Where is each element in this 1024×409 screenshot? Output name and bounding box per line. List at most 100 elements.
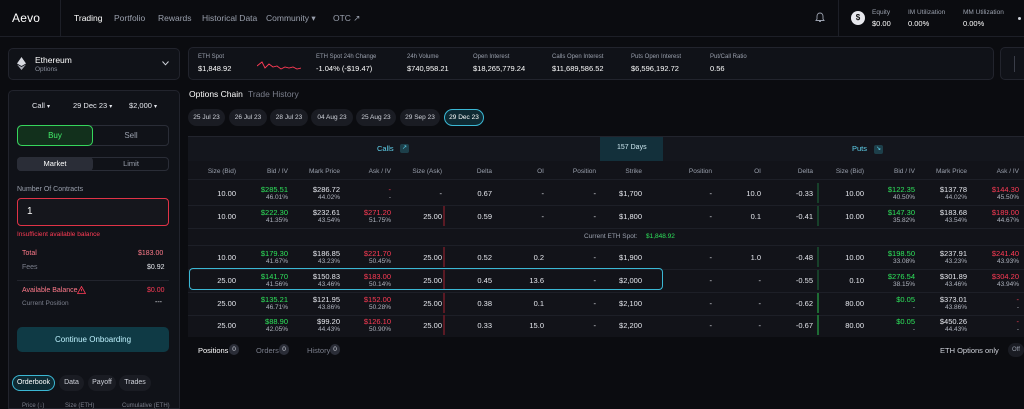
- p-bid-cell[interactable]: $0.05: [896, 317, 915, 326]
- expiry-pill[interactable]: 29 Sep 23: [400, 109, 440, 126]
- bell-icon[interactable]: [815, 12, 825, 23]
- c-mark-cell: $99.20: [317, 317, 340, 326]
- p-ask-cell[interactable]: $189.00: [992, 208, 1019, 217]
- c-pos-cell: -: [593, 299, 597, 308]
- continue-onboarding-button[interactable]: Continue Onboarding: [17, 327, 169, 352]
- account-menu-icon[interactable]: [1018, 17, 1021, 20]
- spot-divider: [188, 245, 1024, 246]
- c-sbid-cell: 25.00: [217, 321, 236, 330]
- p-pos-cell: -: [709, 253, 713, 262]
- calls-expand-icon[interactable]: ↗: [400, 144, 409, 153]
- stats-side-panel: [1000, 47, 1024, 80]
- expiry-select[interactable]: 29 Dec 23 ▾: [73, 101, 112, 110]
- selected-strike-row[interactable]: [189, 268, 663, 290]
- ask-depth-bar: [443, 183, 445, 203]
- p-bid-cell[interactable]: $147.30: [888, 208, 915, 217]
- c-ask-cell[interactable]: $152.00: [364, 295, 391, 304]
- call-delta-header: Delta: [476, 168, 492, 175]
- orderbook-size-header: Size (ETH): [65, 403, 95, 409]
- put-delta-header: Delta: [797, 168, 813, 175]
- p-delta-cell: -0.55: [795, 276, 813, 285]
- call-oi-header: OI: [537, 168, 544, 175]
- c-sbid-cell: 10.00: [217, 253, 236, 262]
- aevo-logo[interactable]: Aevo: [12, 11, 40, 25]
- mm-utilization-label: MM Utilization: [963, 9, 1004, 16]
- nav-portfolio[interactable]: Portfolio: [114, 13, 145, 23]
- p-bid-cell[interactable]: $276.54: [888, 272, 915, 281]
- p-ask-cell[interactable]: -: [1017, 317, 1020, 326]
- tab-orders[interactable]: Orders: [256, 346, 279, 355]
- puts-expand-icon[interactable]: ↘: [874, 145, 883, 154]
- buy-button[interactable]: Buy: [17, 125, 93, 146]
- top-nav: [0, 0, 1024, 37]
- chevron-down-icon[interactable]: [162, 61, 169, 66]
- put-oi-header: OI: [754, 168, 761, 175]
- c-bid-cell[interactable]: $179.30: [261, 249, 288, 258]
- c-bid-cell[interactable]: $285.51: [261, 185, 288, 194]
- strike-select[interactable]: $2,000 ▾: [129, 101, 157, 110]
- tab-data[interactable]: Data: [59, 375, 84, 391]
- nav-otc[interactable]: OTC ↗: [333, 13, 360, 24]
- eth-options-only-toggle[interactable]: Off: [1008, 343, 1024, 357]
- c-ask-cell[interactable]: -: [389, 185, 392, 194]
- calls-label: Calls: [377, 144, 394, 153]
- c-mark-cell: $121.95: [312, 295, 340, 304]
- expiry-pill[interactable]: 26 Jul 23: [229, 109, 267, 126]
- puts-oi-label: Puts Open Interest: [631, 54, 682, 60]
- tab-history[interactable]: History: [307, 346, 330, 355]
- p-bid-cell[interactable]: $198.50: [888, 249, 915, 258]
- option-type-select[interactable]: Call ▾: [32, 101, 50, 110]
- nav-historical-data[interactable]: Historical Data: [202, 13, 257, 23]
- p-oi-cell: -: [758, 276, 762, 285]
- c-bid-cell[interactable]: $135.21: [261, 295, 288, 304]
- expiry-pill[interactable]: 25 Aug 23: [356, 109, 396, 126]
- c-bid-cell[interactable]: $88.90: [265, 317, 288, 326]
- eth-spot-label: ETH Spot: [198, 54, 225, 60]
- expiry-pill[interactable]: 28 Jul 23: [270, 109, 308, 126]
- c-aiv-cell: -: [388, 194, 391, 201]
- c-bid-cell[interactable]: $222.30: [261, 208, 288, 217]
- p-mark-cell: $237.91: [939, 249, 967, 258]
- nav-trading[interactable]: Trading: [74, 13, 103, 23]
- p-aiv-cell: -: [1016, 326, 1019, 333]
- bid-depth-bar: [817, 270, 819, 290]
- c-pos-cell: -: [593, 189, 597, 198]
- tab-payoff[interactable]: Payoff: [88, 375, 116, 391]
- tab-options-chain[interactable]: Options Chain: [189, 89, 243, 99]
- p-bid-cell[interactable]: $122.35: [888, 185, 915, 194]
- market-order-button[interactable]: Market: [17, 157, 93, 171]
- sell-button[interactable]: Sell: [93, 125, 169, 146]
- c-sask-cell: 25.00: [423, 212, 442, 221]
- p-mark-cell: $450.26: [939, 317, 967, 326]
- c-delta-cell: 0.33: [477, 321, 492, 330]
- nav-rewards[interactable]: Rewards: [158, 13, 192, 23]
- p-ask-cell[interactable]: $241.40: [992, 249, 1019, 258]
- nav-community[interactable]: Community ▾: [266, 13, 316, 24]
- eth-spot-value: $1,848.92: [198, 64, 232, 73]
- c-ask-cell[interactable]: $271.20: [364, 208, 391, 217]
- c-ask-cell[interactable]: $126.10: [364, 317, 391, 326]
- p-miv-cell: 43.86%: [944, 304, 967, 311]
- p-bid-cell[interactable]: $0.05: [896, 295, 915, 304]
- p-ask-cell[interactable]: $304.20: [992, 272, 1019, 281]
- contracts-input[interactable]: 1: [17, 198, 169, 226]
- expiry-pill-selected[interactable]: 29 Dec 23: [444, 109, 484, 126]
- c-biv-cell: 41.35%: [265, 217, 288, 224]
- tab-trade-history[interactable]: Trade History: [248, 89, 299, 99]
- p-biv-cell: 38.15%: [892, 281, 915, 288]
- divider: [17, 280, 169, 281]
- tab-orderbook[interactable]: Orderbook: [12, 375, 55, 391]
- put-mark-price-header: Mark Price: [935, 168, 967, 175]
- expiry-pill[interactable]: 25 Jul 23: [188, 109, 225, 126]
- c-ask-cell[interactable]: $221.70: [364, 249, 391, 258]
- put-ask-iv-header: Ask / IV: [996, 168, 1019, 175]
- p-oi-cell: 0.1: [750, 212, 761, 221]
- limit-order-button[interactable]: Limit: [93, 157, 169, 171]
- p-ask-cell[interactable]: -: [1017, 295, 1020, 304]
- p-oi-cell: 1.0: [750, 253, 761, 262]
- p-ask-cell[interactable]: $144.30: [992, 185, 1019, 194]
- expiry-pill[interactable]: 04 Aug 23: [311, 109, 353, 126]
- tab-positions[interactable]: Positions: [198, 346, 228, 355]
- tab-trades[interactable]: Trades: [119, 375, 151, 391]
- asset-selector[interactable]: [8, 48, 180, 80]
